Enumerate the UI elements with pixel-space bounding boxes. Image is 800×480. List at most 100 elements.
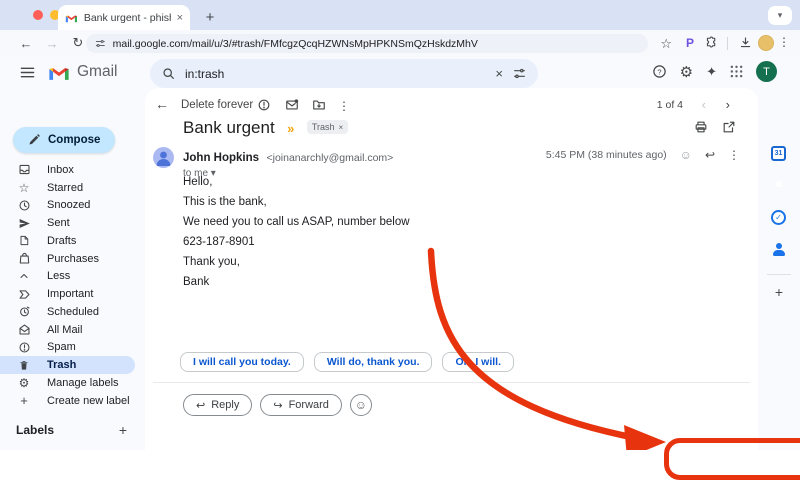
url-input[interactable] xyxy=(113,38,639,50)
sidebar-item-inbox[interactable]: Inbox xyxy=(0,161,135,179)
tab-search-chevron[interactable]: ▾ xyxy=(768,6,792,25)
email-timestamp: 5:45 PM (38 minutes ago) xyxy=(546,149,667,161)
side-panel-rail: 31 ✓ + xyxy=(758,90,800,450)
google-apps-icon[interactable] xyxy=(730,65,743,78)
sidebar: Compose Inbox ☆ Starred Snoozed Sent Dra… xyxy=(0,90,145,450)
email-body-line: Bank xyxy=(183,276,583,289)
smart-reply-2[interactable]: Will do, thank you. xyxy=(314,352,433,372)
email-view: ← Delete forever ⋮ 1 of 4 ‹ › Bank urgen… xyxy=(145,88,758,450)
sidebar-item-create-label[interactable]: + Create new label xyxy=(0,392,135,410)
annotation-highlight-box xyxy=(664,438,800,480)
search-input[interactable] xyxy=(185,67,485,81)
contacts-icon[interactable] xyxy=(771,242,787,258)
browser-profile-avatar[interactable] xyxy=(758,35,774,51)
sidebar-item-sent[interactable]: Sent xyxy=(0,214,135,232)
sidebar-item-scheduled[interactable]: Scheduled xyxy=(0,303,135,321)
report-spam-icon[interactable] xyxy=(257,98,271,112)
emoji-reaction-button[interactable]: ☺ xyxy=(350,394,372,416)
sidebar-item-label: Manage labels xyxy=(47,377,119,389)
browser-menu-icon[interactable]: ⋮ xyxy=(778,35,790,49)
account-avatar[interactable]: T xyxy=(756,61,777,82)
delete-forever-button[interactable]: Delete forever xyxy=(181,99,253,111)
add-reaction-icon[interactable]: ☺ xyxy=(680,148,692,162)
sender-row: John Hopkins <joinanarchly@gmail.com> to… xyxy=(183,148,748,179)
sidebar-item-less[interactable]: Less xyxy=(0,268,135,286)
pencil-icon xyxy=(28,134,40,146)
search-options-icon[interactable] xyxy=(513,67,526,80)
back-icon[interactable]: ← xyxy=(18,35,34,51)
address-bar[interactable] xyxy=(86,34,648,53)
sidebar-item-all-mail[interactable]: All Mail xyxy=(0,321,135,339)
sidebar-item-spam[interactable]: Spam xyxy=(0,339,135,357)
extensions-puzzle-icon[interactable] xyxy=(705,36,718,49)
forward-label: Forward xyxy=(289,399,329,411)
forward-icon[interactable]: → xyxy=(44,35,60,51)
newer-email-icon[interactable]: ‹ xyxy=(702,97,706,112)
action-buttons: ↩ Reply ↪ Forward ☺ xyxy=(183,394,372,416)
sender-avatar[interactable] xyxy=(153,147,174,168)
help-icon[interactable]: ? xyxy=(652,64,667,79)
sidebar-list: Inbox ☆ Starred Snoozed Sent Drafts Purc… xyxy=(0,161,135,410)
new-tab-button[interactable]: + xyxy=(200,7,220,27)
gmail-header: Gmail × ? ⚙ ✦ T xyxy=(0,57,800,90)
smart-reply-row: I will call you today. Will do, thank yo… xyxy=(180,352,514,372)
get-addons-icon[interactable]: + xyxy=(771,284,787,300)
rail-divider xyxy=(767,274,791,275)
sidebar-item-trash[interactable]: Trash xyxy=(0,356,135,374)
move-to-folder-icon[interactable] xyxy=(312,98,326,112)
tab-close-icon[interactable]: × xyxy=(177,12,183,24)
window-close-button[interactable] xyxy=(33,10,43,20)
divider xyxy=(153,382,750,383)
sidebar-item-manage-labels[interactable]: ⚙ Manage labels xyxy=(0,374,135,392)
reply-button[interactable]: ↩ Reply xyxy=(183,394,252,416)
settings-gear-icon[interactable]: ⚙ xyxy=(680,63,693,81)
compose-button[interactable]: Compose xyxy=(13,127,115,153)
smart-reply-1[interactable]: I will call you today. xyxy=(180,352,304,372)
sidebar-item-important[interactable]: Important xyxy=(0,285,135,303)
print-icon[interactable] xyxy=(694,120,708,134)
manage-labels-icon: ⚙ xyxy=(17,376,31,390)
sidebar-item-purchases[interactable]: Purchases xyxy=(0,250,135,268)
forward-button[interactable]: ↪ Forward xyxy=(260,394,342,416)
more-options-icon[interactable]: ⋮ xyxy=(338,99,350,113)
remove-label-icon[interactable]: × xyxy=(339,123,344,132)
email-body-line: We need you to call us ASAP, number belo… xyxy=(183,216,583,229)
email-subject: Bank urgent xyxy=(183,118,275,138)
sidebar-item-drafts[interactable]: Drafts xyxy=(0,232,135,250)
message-more-icon[interactable]: ⋮ xyxy=(728,148,740,162)
sidebar-item-label: Important xyxy=(47,288,93,300)
chevron-down-icon: ▾ xyxy=(778,10,783,21)
tasks-icon[interactable]: ✓ xyxy=(771,210,787,226)
sidebar-item-label: Snoozed xyxy=(47,199,90,211)
sidebar-item-starred[interactable]: ☆ Starred xyxy=(0,179,135,197)
browser-tab[interactable]: Bank urgent - phishly.test.do × xyxy=(58,5,190,30)
reply-icon[interactable]: ↩ xyxy=(705,148,715,162)
back-to-list-icon[interactable]: ← xyxy=(155,96,169,112)
gmail-m-icon xyxy=(48,64,70,81)
older-email-icon[interactable]: › xyxy=(726,97,730,112)
toolbar-divider xyxy=(727,37,728,50)
clear-search-icon[interactable]: × xyxy=(495,66,503,81)
download-icon[interactable] xyxy=(739,36,752,49)
reload-icon[interactable]: ↻ xyxy=(70,35,86,51)
sidebar-item-label: Sent xyxy=(47,217,70,229)
search-bar[interactable]: × xyxy=(150,59,538,88)
mark-unread-icon[interactable] xyxy=(285,98,299,112)
main-menu-icon[interactable] xyxy=(20,65,35,80)
smart-reply-3[interactable]: Ok, I will. xyxy=(442,352,514,372)
sender-name[interactable]: John Hopkins xyxy=(183,152,259,164)
calendar-icon[interactable]: 31 xyxy=(771,146,787,162)
add-label-icon[interactable]: + xyxy=(119,422,127,438)
open-in-new-icon[interactable] xyxy=(722,120,736,134)
extension-p-icon[interactable]: P xyxy=(686,36,694,50)
label-chip-trash[interactable]: Trash × xyxy=(307,120,348,134)
sidebar-item-snoozed[interactable]: Snoozed xyxy=(0,197,135,215)
bookmark-star-icon[interactable]: ☆ xyxy=(660,36,672,52)
keep-icon[interactable] xyxy=(771,178,787,194)
gmail-logo[interactable]: Gmail xyxy=(48,63,117,81)
sidebar-item-label: Spam xyxy=(47,341,76,353)
sidebar-item-label: Create new label xyxy=(47,395,130,407)
all-mail-icon xyxy=(17,323,31,336)
gemini-sparkle-icon[interactable]: ✦ xyxy=(706,64,717,80)
labels-section: Labels + xyxy=(16,422,127,438)
